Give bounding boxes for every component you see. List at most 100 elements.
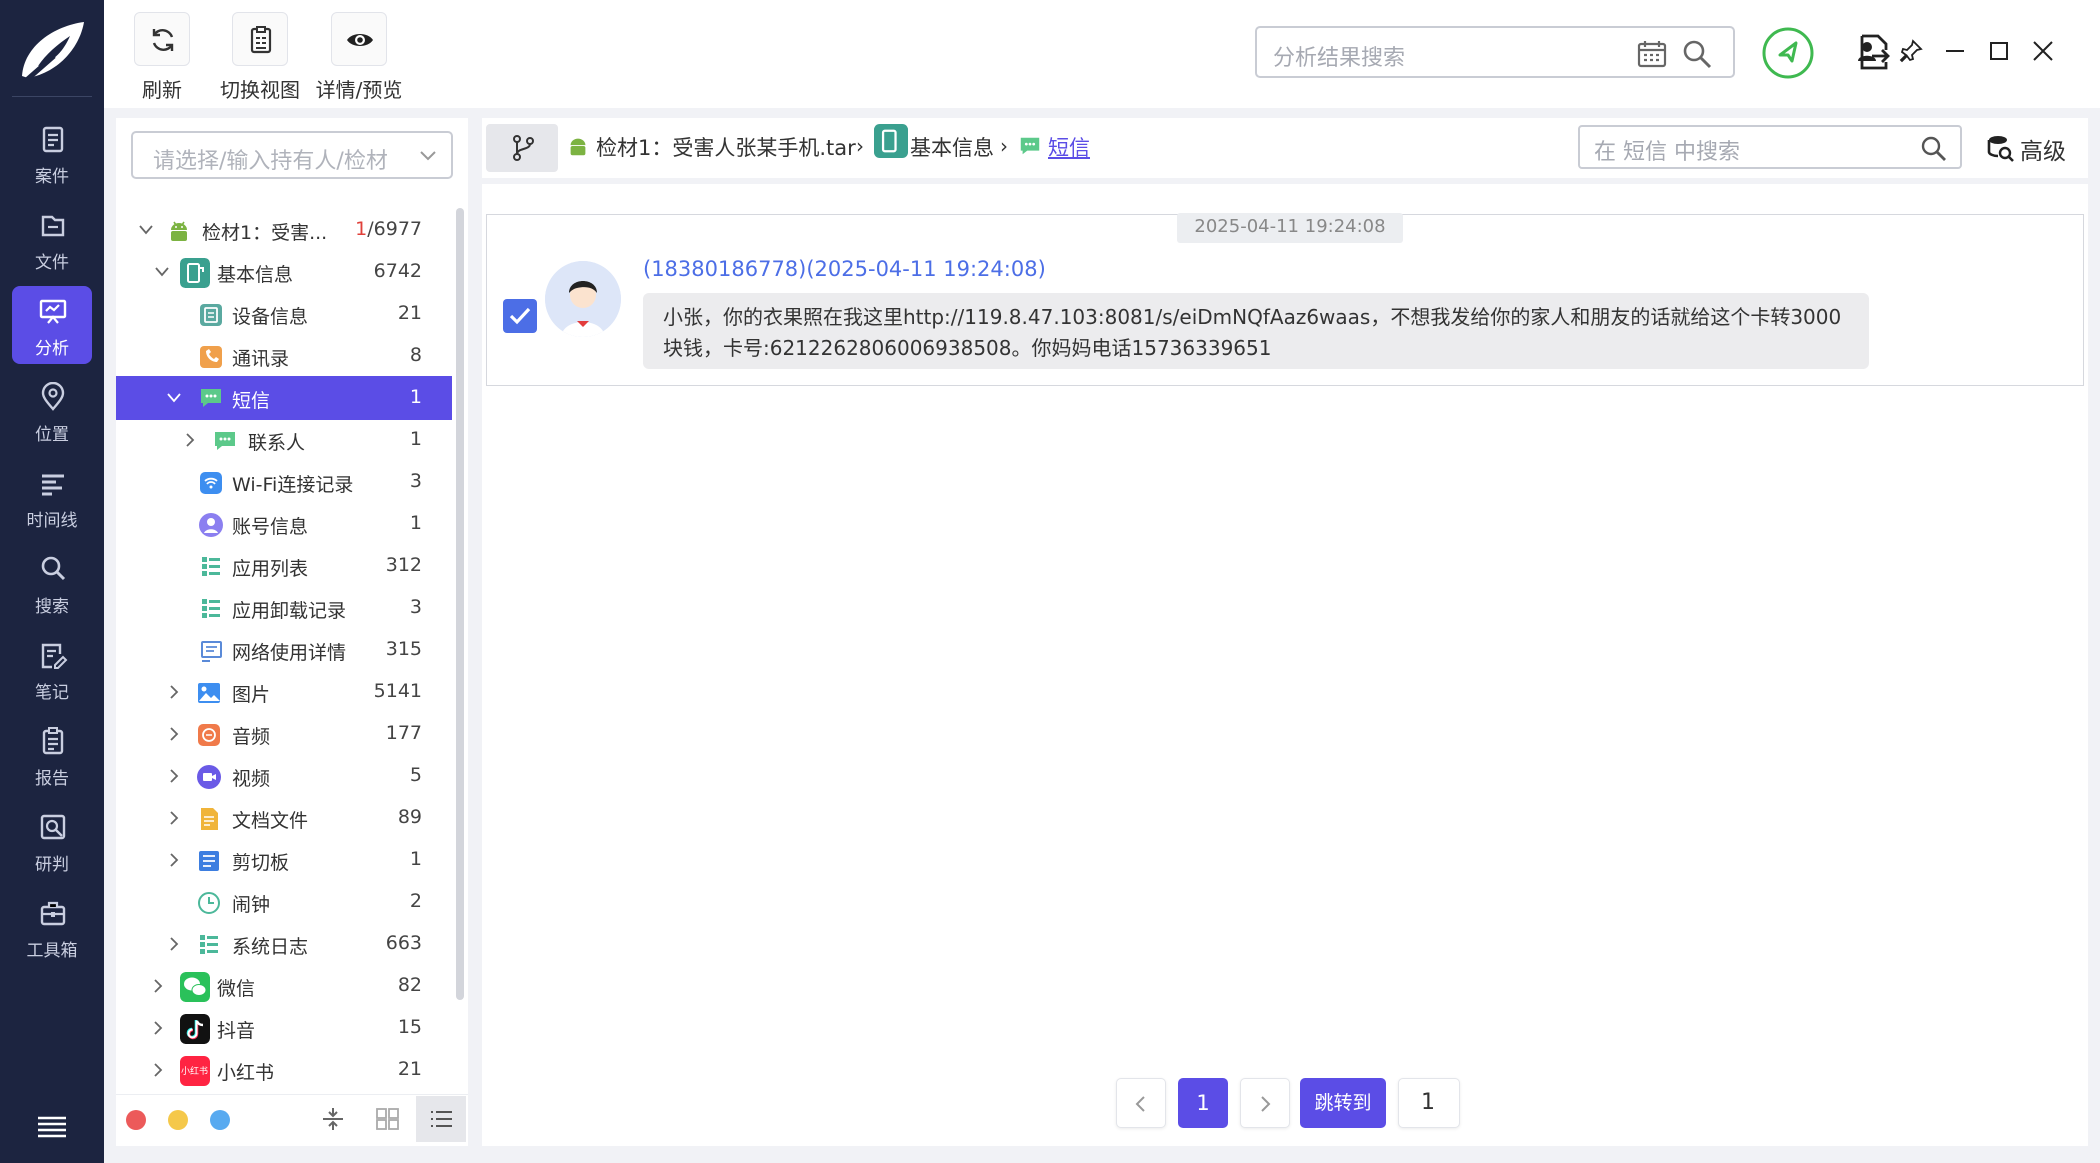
nav-label: 文件	[35, 253, 69, 273]
document-icon	[201, 808, 218, 830]
nav-item-case[interactable]: 案件	[12, 114, 92, 192]
holder-select-placeholder: 请选择/输入持有人/检材	[153, 149, 388, 174]
tree-item-clipboard[interactable]: 剪切板 1	[116, 840, 452, 880]
tree-item-label: 微信	[217, 978, 256, 1000]
nav-item-judge[interactable]: 研判	[12, 802, 92, 880]
tree-item-video[interactable]: 视频 5	[116, 756, 452, 796]
tree-item-douyin[interactable]: 抖音 15	[116, 1008, 452, 1048]
branch-button[interactable]	[486, 124, 558, 172]
chevron-right-icon[interactable]	[150, 1021, 166, 1035]
nav-item-location[interactable]: 位置	[12, 372, 92, 450]
tree-item-basic-info[interactable]: 基本信息 6742	[116, 252, 452, 292]
chevron-down-icon[interactable]	[154, 265, 170, 279]
message-card[interactable]: 2025-04-11 19:24:08 (18380186778)(2025-0…	[486, 213, 2084, 386]
chevron-down-icon[interactable]	[138, 223, 154, 237]
tree-item-alarm[interactable]: 闹钟 2	[116, 882, 452, 922]
color-filter-red[interactable]	[126, 1110, 146, 1130]
chevron-right-icon[interactable]	[166, 685, 182, 699]
chevron-right-icon[interactable]	[166, 853, 182, 867]
tree-item-account[interactable]: 账号信息 1	[116, 504, 452, 544]
tree-scrollbar[interactable]	[456, 208, 464, 1000]
chevron-right-icon[interactable]	[150, 1063, 166, 1077]
sms-search-placeholder: 在 短信 中搜索	[1594, 140, 1740, 165]
note-icon	[41, 643, 68, 669]
nav-item-search[interactable]: 搜索	[12, 544, 92, 622]
chevron-right-icon[interactable]	[166, 937, 182, 951]
nav-item-notes[interactable]: 笔记	[12, 630, 92, 708]
nav-item-timeline[interactable]: 时间线	[12, 458, 92, 536]
app-window: 案件 文件 分析 位置 时间线 搜索 笔记 报告 研判 工具箱 刷新 切换视图 …	[0, 0, 2100, 1163]
calendar-icon[interactable]	[1637, 40, 1667, 68]
tree-item-documents[interactable]: 文档文件 89	[116, 798, 452, 838]
breadcrumb-evidence[interactable]: 检材1：受害人张某手机.tar	[596, 132, 856, 162]
tree-item-xiaohongshu[interactable]: 小红书 小红书 21	[116, 1050, 452, 1090]
pin-icon[interactable]	[1898, 38, 1924, 64]
message-checkbox[interactable]	[503, 299, 537, 333]
tree-item-count: 1	[409, 428, 422, 450]
next-page-button[interactable]	[1240, 1078, 1290, 1128]
tree-item-syslog[interactable]: 系统日志 663	[116, 924, 452, 964]
tree-item-uninstall[interactable]: 应用卸载记录 3	[116, 588, 452, 628]
menu-icon[interactable]	[36, 1114, 68, 1140]
chevron-right-icon[interactable]	[166, 727, 182, 741]
switch-view-button[interactable]: 切换视图	[214, 12, 306, 103]
jump-to-button[interactable]: 跳转到	[1300, 1078, 1386, 1128]
nav-label: 笔记	[35, 683, 69, 703]
tree-item-evidence1[interactable]: 检材1：受害... 1/6977	[116, 210, 452, 250]
eye-icon	[347, 34, 373, 46]
collapse-all-button[interactable]	[308, 1096, 358, 1142]
nav-label: 搜索	[35, 597, 69, 617]
tree-item-wechat[interactable]: 微信 82	[116, 966, 452, 1006]
prev-page-button[interactable]	[1116, 1078, 1166, 1128]
tree-item-network[interactable]: 网络使用详情 315	[116, 630, 452, 670]
close-icon[interactable]	[2030, 38, 2056, 64]
breadcrumb-sms[interactable]: 短信	[1048, 132, 1090, 162]
tree-item-sms[interactable]: 短信 1	[116, 376, 452, 420]
chevron-right-icon[interactable]	[150, 979, 166, 993]
page-1-button[interactable]: 1	[1178, 1078, 1228, 1128]
chevron-right-icon[interactable]	[182, 433, 198, 447]
tree-item-count: 1	[409, 386, 422, 408]
result-search-input[interactable]: 分析结果搜索	[1255, 26, 1735, 78]
grid-view-button[interactable]	[362, 1096, 412, 1142]
tree-item-device-info[interactable]: 设备信息 21	[116, 294, 452, 334]
breadcrumb-basic-info[interactable]: 基本信息	[910, 132, 994, 162]
maximize-icon[interactable]	[1986, 38, 2012, 64]
chevron-right-icon[interactable]	[166, 811, 182, 825]
shield-status-icon[interactable]	[1762, 27, 1814, 79]
search-icon[interactable]	[1920, 135, 1948, 163]
color-filter-yellow[interactable]	[168, 1110, 188, 1130]
android-icon	[570, 138, 586, 156]
tree-item-count: 1	[409, 848, 422, 870]
tree-item-sms-contact[interactable]: 联系人 1	[116, 420, 452, 460]
user-icon[interactable]	[1854, 38, 1880, 64]
clipboard-list-icon	[199, 851, 219, 871]
tree-item-wifi[interactable]: Wi-Fi连接记录 3	[116, 462, 452, 502]
douyin-icon	[180, 1014, 210, 1044]
nav-item-file[interactable]: 文件	[12, 200, 92, 278]
jump-page-input[interactable]: 1	[1398, 1078, 1460, 1128]
tree-item-count: 315	[385, 638, 422, 660]
search-icon[interactable]	[1681, 38, 1713, 70]
sms-search-input[interactable]: 在 短信 中搜索	[1578, 125, 1962, 169]
nav-item-report[interactable]: 报告	[12, 716, 92, 794]
chevron-down-icon[interactable]	[166, 391, 182, 405]
nav-item-toolbox[interactable]: 工具箱	[12, 888, 92, 966]
tree-item-count: 663	[385, 932, 422, 954]
timeline-icon	[42, 474, 64, 496]
switch-view-label: 切换视图	[220, 78, 300, 102]
refresh-button[interactable]: 刷新	[134, 12, 190, 103]
tree-item-app-list[interactable]: 应用列表 312	[116, 546, 452, 586]
tree-item-images[interactable]: 图片 5141	[116, 672, 452, 712]
list-view-button[interactable]	[416, 1096, 466, 1142]
holder-select[interactable]: 请选择/输入持有人/检材	[131, 131, 453, 179]
detail-preview-button[interactable]: 详情/预览	[304, 12, 414, 103]
minimize-icon[interactable]	[1942, 38, 1968, 64]
message-sender: (18380186778)(2025-04-11 19:24:08)	[643, 257, 1046, 281]
color-filter-blue[interactable]	[210, 1110, 230, 1130]
chevron-right-icon[interactable]	[166, 769, 182, 783]
basic-info-icon	[874, 124, 908, 158]
nav-item-analysis[interactable]: 分析	[12, 286, 92, 364]
tree-item-contacts[interactable]: 通讯录 8	[116, 336, 452, 376]
tree-item-audio[interactable]: 音频 177	[116, 714, 452, 754]
